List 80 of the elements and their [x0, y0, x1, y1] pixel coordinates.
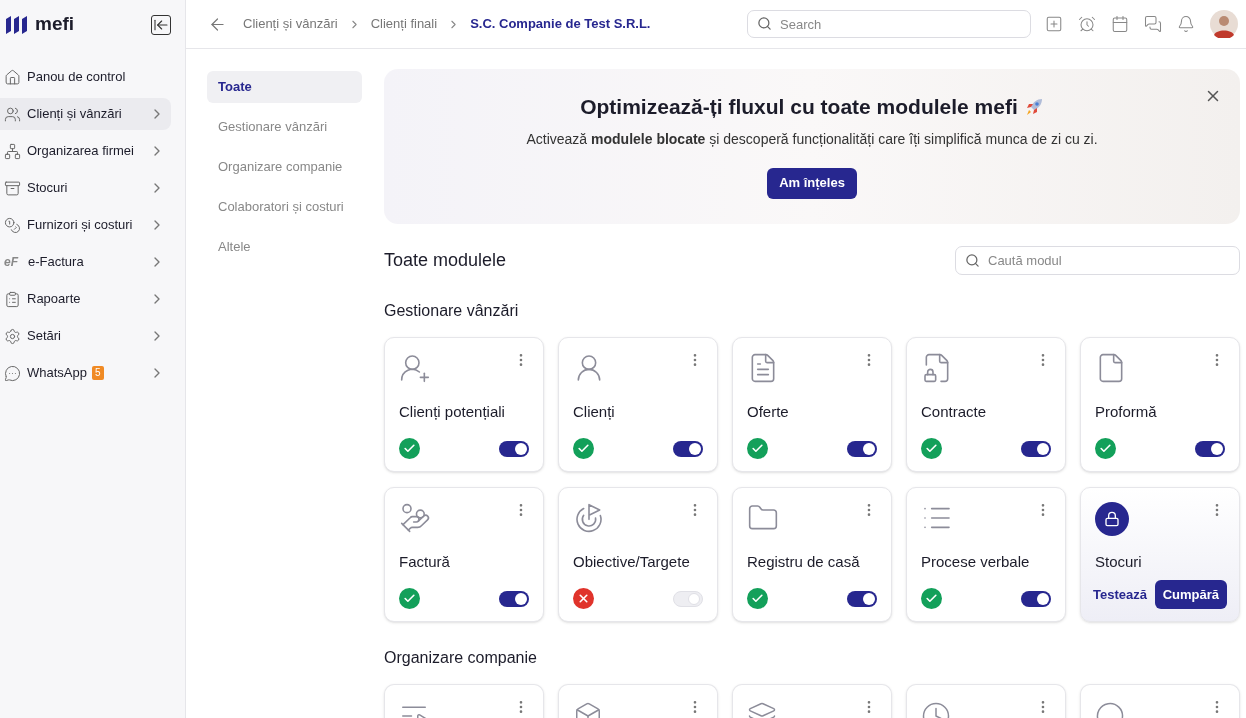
user-plus-icon: [399, 352, 431, 384]
toggle-switch[interactable]: [847, 440, 877, 457]
sidebar-label: Furnizori și costuri: [27, 216, 133, 235]
sidebar-item[interactable]: Stocuri: [0, 172, 171, 204]
sidebar-item[interactable]: Clienți și vânzări: [0, 98, 171, 130]
chat-icon: [4, 364, 21, 382]
toggle-switch[interactable]: [499, 440, 529, 457]
breadcrumb-link[interactable]: S.C. Companie de Test S.R.L.: [470, 14, 651, 34]
module-name: Contracte: [921, 402, 988, 422]
clipboard-icon: [4, 290, 21, 308]
module-name: Clienți: [573, 402, 616, 422]
sidebar-label: WhatsApp: [27, 364, 87, 383]
dismiss-button[interactable]: Am înțeles: [767, 167, 857, 199]
search-icon: [757, 16, 772, 31]
sidebar-item[interactable]: Setări: [0, 320, 171, 352]
collapse-sidebar-icon[interactable]: [151, 14, 171, 35]
search-icon: [965, 253, 980, 268]
sidebar-item[interactable]: Rapoarte: [0, 283, 171, 315]
module-name: Registru de casă: [747, 552, 861, 572]
category-tab[interactable]: Organizare companie: [207, 151, 362, 183]
toggle-switch[interactable]: [673, 440, 703, 457]
sidebar-item[interactable]: Organizarea firmei: [0, 135, 171, 167]
breadcrumb-link[interactable]: Clienți și vânzări: [243, 14, 338, 34]
sidebar-label: Rapoarte: [27, 290, 81, 309]
lock-icon: [1095, 502, 1129, 536]
sidebar-label: Setări: [27, 327, 61, 346]
sidebar-item[interactable]: eF e-Factura: [0, 246, 171, 278]
logo-icon: [5, 14, 29, 35]
section-title: Organizare companie: [384, 648, 538, 668]
toggle-switch[interactable]: [499, 590, 529, 607]
module-name: Factură: [399, 552, 451, 572]
section-title: Gestionare vânzări: [384, 301, 520, 321]
target-icon: [573, 502, 605, 534]
category-tab[interactable]: Altele: [207, 231, 362, 263]
module-name: Obiective/Targete: [573, 552, 691, 572]
banner-text: Activează modulele blocate și descoperă funcționalități care îți simplifică munca de zi cu zi.: [526, 129, 1098, 149]
logo-text: mefi: [35, 12, 75, 37]
try-button[interactable]: Testează: [1093, 584, 1147, 604]
avatar-icon[interactable]: [1210, 10, 1238, 38]
sidebar-label: Clienți și vânzări: [27, 105, 122, 124]
toggle-switch[interactable]: [847, 590, 877, 607]
section-heading: Toate modulele: [384, 249, 507, 272]
module-name: Clienți potențiali: [399, 402, 506, 422]
add-icon[interactable]: [1045, 15, 1063, 33]
users-icon: [4, 105, 21, 123]
module-name: Procese verbale: [921, 552, 1031, 572]
sidebar-item[interactable]: Panou de control: [0, 61, 171, 93]
category-tab[interactable]: Colaboratori și costuri: [207, 191, 362, 223]
module-name: Proformă: [1095, 402, 1158, 422]
messages-icon[interactable]: [1144, 15, 1162, 33]
toggle-switch[interactable]: [1021, 440, 1051, 457]
module-name: Oferte: [747, 402, 790, 422]
sidebar-item[interactable]: WhatsApp 5: [0, 357, 171, 389]
alarm-clock-icon[interactable]: [1078, 15, 1096, 33]
toggle-switch[interactable]: [1195, 440, 1225, 457]
banner-title: Optimizează-ți fluxul cu toate modulele mefi: [580, 94, 1018, 120]
toggle-switch[interactable]: [1021, 590, 1051, 607]
toggle-switch[interactable]: [673, 590, 703, 607]
category-tab[interactable]: Gestionare vânzări: [207, 111, 362, 143]
org-chart-icon: [4, 142, 21, 160]
sidebar-item[interactable]: Furnizori și costuri: [0, 209, 171, 241]
hand-coins-icon: [399, 502, 431, 534]
archive-icon: [4, 179, 21, 197]
sidebar-label: Stocuri: [27, 179, 68, 198]
module-name: Stocuri: [1095, 552, 1143, 572]
settings-icon: [4, 327, 21, 345]
search-field[interactable]: Search: [747, 10, 1031, 38]
home-icon: [4, 68, 21, 86]
module-search-field[interactable]: Caută modul: [955, 246, 1240, 275]
sidebar-label: e-Factura: [28, 253, 84, 272]
sidebar-label: Organizarea firmei: [27, 142, 134, 161]
e-factura-logo: eF: [4, 254, 20, 271]
coins-icon: [4, 216, 21, 234]
notifications-icon[interactable]: [1177, 15, 1195, 33]
category-tab[interactable]: Toate: [207, 71, 362, 103]
buy-button[interactable]: Cumpără: [1154, 579, 1227, 609]
sidebar-label: Panou de control: [27, 68, 126, 87]
count-badge: 5: [92, 366, 104, 380]
calendar-icon[interactable]: [1111, 15, 1129, 33]
breadcrumb-link[interactable]: Clienți finali: [370, 14, 438, 34]
